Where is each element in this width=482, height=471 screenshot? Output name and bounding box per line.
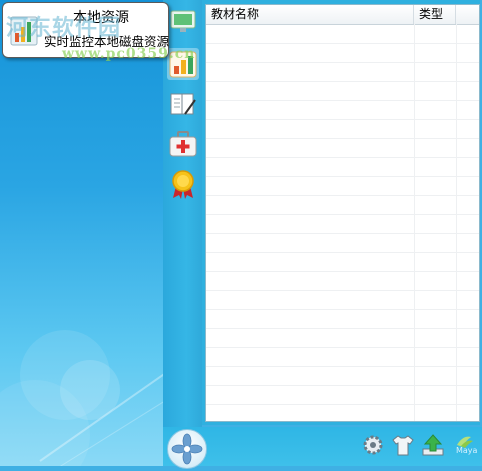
table-row: [206, 82, 479, 101]
table-row: [206, 44, 479, 63]
table-row: [206, 63, 479, 82]
table-row: [206, 215, 479, 234]
settings-button[interactable]: [361, 433, 385, 457]
table-row: [206, 234, 479, 253]
column-header-type[interactable]: 类型: [414, 5, 456, 24]
table-row: [206, 310, 479, 329]
monitor-icon: [170, 10, 196, 32]
vertical-toolbar: [163, 0, 202, 427]
upload-arrow-icon: [422, 434, 444, 456]
notebook-icon: [170, 93, 196, 115]
table-header: 教材名称 类型: [206, 5, 479, 25]
resource-table[interactable]: 教材名称 类型: [205, 4, 480, 422]
skin-button[interactable]: [391, 433, 415, 457]
chart-icon: [10, 16, 38, 46]
bar-chart-icon: [169, 51, 197, 78]
award-medal-icon: [172, 170, 194, 199]
skin-shirt-icon: [392, 435, 414, 456]
bottom-bar: Maya: [163, 427, 482, 469]
first-aid-kit-icon: [169, 131, 197, 157]
flower-logo-icon: [171, 433, 203, 465]
table-row: [206, 177, 479, 196]
table-row: [206, 291, 479, 310]
toolbar-item-notebook[interactable]: [167, 88, 199, 120]
toolbar-item-award[interactable]: [167, 168, 199, 200]
table-row: [206, 272, 479, 291]
table-row: [206, 196, 479, 215]
table-row: [206, 405, 479, 421]
desktop-wallpaper: [0, 0, 163, 466]
tooltip-title: 本地资源: [73, 10, 129, 26]
home-button[interactable]: [167, 429, 207, 469]
table-row: [206, 253, 479, 272]
toolbar-item-first-aid[interactable]: [167, 128, 199, 160]
table-row: [206, 367, 479, 386]
column-header-textbook-name[interactable]: 教材名称: [206, 5, 414, 24]
table-row: [206, 139, 479, 158]
table-row: [206, 158, 479, 177]
settings-gear-icon: [363, 435, 383, 455]
table-row: [206, 348, 479, 367]
tooltip-popup: 本地资源 实时监控本地磁盘资源: [2, 2, 169, 58]
table-row: [206, 120, 479, 139]
maya-logo-text: Maya: [456, 446, 478, 455]
toolbar-item-local-resources[interactable]: [167, 48, 199, 80]
toolbar-item-monitor[interactable]: [167, 6, 199, 38]
table-row: [206, 101, 479, 120]
upload-button[interactable]: [421, 433, 445, 457]
tooltip-description: 实时监控本地磁盘资源: [44, 34, 170, 49]
table-row: [206, 25, 479, 44]
content-panel: 教材名称 类型: [202, 0, 480, 425]
table-row: [206, 329, 479, 348]
table-row: [206, 386, 479, 405]
